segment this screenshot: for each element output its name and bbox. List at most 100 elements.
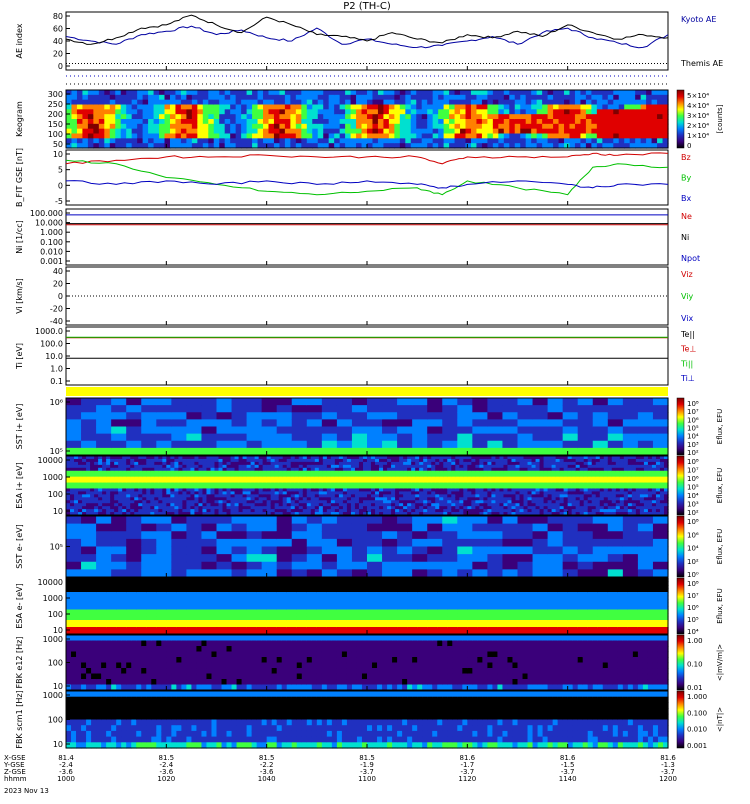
heatmap-cell [575,129,581,134]
heatmap-cell [351,105,357,110]
heatmap-cell [653,434,669,442]
heatmap-cell [442,398,458,406]
heatmap-cell [593,398,609,406]
heatmap-cell [323,105,329,110]
heatmap-cell [641,109,647,114]
heatmap-cell [630,114,636,119]
heatmap-cell [99,100,105,105]
heatmap-cell [181,95,187,100]
heatmap-cell [457,419,473,427]
heatmap-cell [476,134,482,139]
heatmap-cell [263,134,269,139]
legend-item-density: Npot [681,254,700,263]
heatmap-cell [455,129,461,134]
series-line-ae-1 [66,15,668,44]
heatmap-cell [96,419,112,427]
colorbar-tick-esa_i: 10⁵ [687,484,699,492]
heatmap-cell [77,95,83,100]
heatmap-cell [405,114,411,119]
heatmap-cell [602,134,608,139]
heatmap-cell [372,95,378,100]
heatmap-cell [322,516,338,524]
heatmap-cell [608,109,614,114]
heatmap-cell [66,90,72,95]
heatmap-cell [416,129,422,134]
heatmap-cell [542,129,548,134]
heatmap-cell [217,554,233,562]
heatmap-cell [591,95,597,100]
heatmap-cell [230,100,236,105]
heatmap-cell [208,119,214,124]
heatmap-cell [247,114,253,119]
heatmap-cell [533,441,549,449]
heatmap-cell [148,129,154,134]
heatmap-cell [81,516,97,524]
heatmap-cell [296,90,302,95]
heatmap-cell [81,441,97,449]
heatmap-cell [247,109,253,114]
heatmap-cell [171,405,187,413]
heatmap-cell [312,129,318,134]
heatmap-cell [608,129,614,134]
heatmap-cell [262,398,278,406]
heatmap-cell [334,129,340,134]
heatmap-cell [82,100,88,105]
heatmap-cell [156,569,172,577]
heatmap-cell [411,129,417,134]
heatmap-cell [619,90,625,95]
heatmap-cell [613,124,619,129]
heatmap-cell [141,405,157,413]
heatmap-cell [630,90,636,95]
heatmap-cell [487,95,493,100]
heatmap-cell [564,129,570,134]
heatmap-cell [542,109,548,114]
heatmap-cell [66,105,72,110]
heatmap-cell [262,539,278,547]
heatmap-cell [518,419,534,427]
heatmap-cell [520,95,526,100]
heatmap-cell [476,109,482,114]
heatmap-cell [502,441,518,449]
heatmap-cell [553,138,559,143]
heatmap-cell [608,134,614,139]
heatmap-cell [322,434,338,442]
heatmap-cell [652,90,658,95]
y-tick-density: 100.000 [30,209,63,218]
heatmap-cell [427,441,443,449]
heatmap-cell [509,129,515,134]
heatmap-cell [619,138,625,143]
heatmap-cell [638,434,654,442]
heatmap-cell [564,90,570,95]
heatmap-cell [232,412,248,420]
heatmap-cell [301,129,307,134]
heatmap-cell [635,95,641,100]
heatmap-cell [197,90,203,95]
heatmap-cell [268,95,274,100]
heatmap-cell [115,138,121,143]
heatmap-cell [518,405,534,413]
heatmap-cell [533,448,549,456]
heatmap-cell [422,129,428,134]
heatmap-cell [201,547,217,555]
heatmap-cell [201,531,217,539]
heatmap-cell [156,398,172,406]
heatmap-cell [367,109,373,114]
heatmap-cell [214,95,220,100]
heatmap-cell [337,405,353,413]
heatmap-cell [378,95,384,100]
heatmap-cell [126,448,142,456]
heatmap-cell [186,138,192,143]
heatmap-cell [285,114,291,119]
heatmap-cell [575,114,581,119]
heatmap-cell [498,109,504,114]
heatmap-cell [591,105,597,110]
heatmap-cell [641,138,647,143]
heatmap-cell [623,412,639,420]
heatmap-cell [476,119,482,124]
legend-item-density: Ni [681,233,689,242]
heatmap-cell [405,138,411,143]
heatmap-cell [412,427,428,435]
heatmap-cell [186,531,202,539]
heatmap-cell [126,109,132,114]
heatmap-cell [192,119,198,124]
